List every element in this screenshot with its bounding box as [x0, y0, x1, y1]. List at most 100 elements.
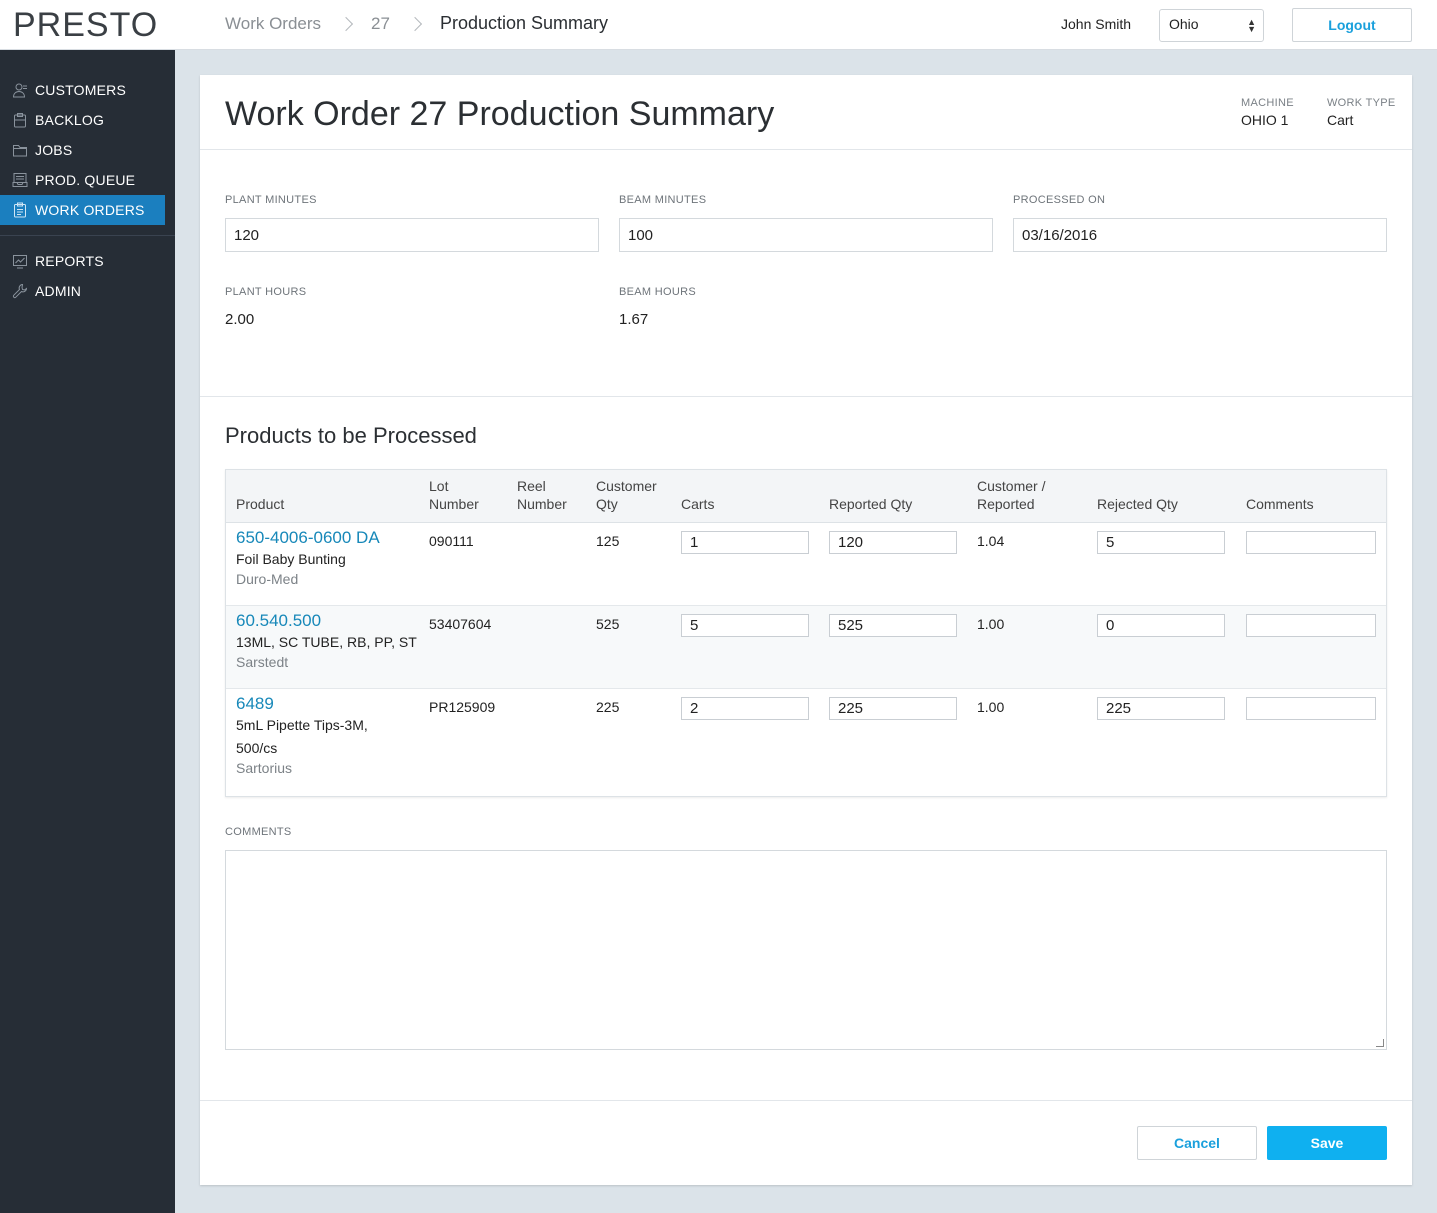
- reported-qty-input[interactable]: 120: [829, 531, 957, 554]
- product-manufacturer: Sarstedt: [236, 654, 289, 670]
- col-label-line: Customer: [596, 478, 657, 494]
- chevron-right-icon: [333, 14, 359, 34]
- plant-hours-label: PLANT HOURS: [225, 286, 307, 298]
- col-label-line: Number: [517, 496, 567, 512]
- sidebar-item-reports[interactable]: REPORTS: [0, 246, 175, 276]
- product-code-link[interactable]: 650-4006-0600 DA: [236, 528, 380, 548]
- processed-on-label: PROCESSED ON: [1013, 194, 1106, 206]
- user-icon: [12, 82, 28, 98]
- product-description: 13ML, SC TUBE, RB, PP, ST: [236, 634, 417, 650]
- sidebar-item-jobs[interactable]: JOBS: [0, 135, 175, 165]
- col-label-line: Reported: [977, 496, 1035, 512]
- col-comments: Comments: [1246, 496, 1314, 512]
- sidebar-item-label: REPORTS: [35, 253, 104, 269]
- sidebar-item-admin[interactable]: ADMIN: [0, 276, 175, 306]
- beam-hours-value: 1.67: [619, 311, 649, 328]
- logout-button[interactable]: Logout: [1292, 8, 1412, 42]
- chart-icon: [12, 253, 28, 269]
- table-row: 6489 5mL Pipette Tips-3M, 500/cs Sartori…: [226, 689, 1386, 796]
- customer-reported-ratio: 1.04: [977, 533, 1005, 549]
- work-type-value: Cart: [1327, 112, 1354, 128]
- col-label-line: Lot: [429, 478, 449, 494]
- plant-minutes-label: PLANT MINUTES: [225, 194, 317, 206]
- col-rejected-qty: Rejected Qty: [1097, 496, 1178, 512]
- rejected-qty-input[interactable]: 225: [1097, 697, 1225, 720]
- region-select-value: Ohio: [1169, 16, 1199, 32]
- product-cell: 60.540.500 13ML, SC TUBE, RB, PP, ST Sar…: [236, 611, 417, 670]
- sidebar-item-label: JOBS: [35, 142, 73, 158]
- top-bar: PRESTO Work Orders 27 Production Summary…: [0, 0, 1437, 50]
- sidebar-item-prod-queue[interactable]: PROD. QUEUE: [0, 165, 175, 195]
- page-title: Work Order 27 Production Summary: [225, 95, 775, 133]
- divider: [200, 1100, 1412, 1101]
- sidebar-item-label: ADMIN: [35, 283, 82, 299]
- comments-label: COMMENTS: [225, 826, 292, 838]
- col-label-line: Reel: [517, 478, 546, 494]
- sidebar-item-label: CUSTOMERS: [35, 82, 126, 98]
- col-label-line: Number: [429, 496, 479, 512]
- lot-number: 53407604: [429, 616, 492, 632]
- production-summary-card: Work Order 27 Production Summary MACHINE…: [200, 75, 1412, 1185]
- sidebar-item-label: WORK ORDERS: [35, 202, 145, 218]
- reported-qty-input[interactable]: 525: [829, 614, 957, 637]
- row-comments-input[interactable]: [1246, 614, 1376, 637]
- lot-number: 090111: [429, 533, 474, 549]
- product-cell: 6489 5mL Pipette Tips-3M, 500/cs Sartori…: [236, 694, 368, 776]
- clipboard-icon: [12, 112, 28, 128]
- breadcrumb: Work Orders 27 Production Summary: [225, 13, 608, 34]
- save-button[interactable]: Save: [1267, 1126, 1387, 1160]
- sidebar-item-work-orders[interactable]: WORK ORDERS: [0, 195, 165, 225]
- document-icon: [12, 202, 28, 218]
- col-customer-reported: Customer / Reported: [977, 477, 1045, 513]
- table-header: Product Lot Number Reel Number Customer …: [226, 470, 1386, 523]
- machine-label: MACHINE: [1241, 97, 1294, 109]
- plant-minutes-input[interactable]: 120: [225, 218, 599, 252]
- sidebar-nav: CUSTOMERS BACKLOG JOBS PROD. QUEUE WORK …: [0, 50, 175, 225]
- product-description: 5mL Pipette Tips-3M,: [236, 717, 368, 733]
- sidebar-item-customers[interactable]: CUSTOMERS: [0, 75, 175, 105]
- divider: [200, 149, 1412, 150]
- carts-input[interactable]: 1: [681, 531, 809, 554]
- product-description-line2: 500/cs: [236, 740, 278, 756]
- region-select[interactable]: Ohio ▲ ▼: [1159, 9, 1264, 42]
- sidebar-divider: [0, 235, 175, 236]
- folder-icon: [12, 142, 28, 158]
- products-section-title: Products to be Processed: [225, 423, 477, 448]
- col-reel-number: Reel Number: [517, 477, 567, 513]
- product-manufacturer: Sartorius: [236, 760, 293, 776]
- row-comments-input[interactable]: [1246, 531, 1376, 554]
- col-reported-qty: Reported Qty: [829, 496, 913, 512]
- app-logo[interactable]: PRESTO: [13, 6, 158, 45]
- plant-hours-value: 2.00: [225, 311, 255, 328]
- carts-input[interactable]: 5: [681, 614, 809, 637]
- reported-qty-input[interactable]: 225: [829, 697, 957, 720]
- table-row: 60.540.500 13ML, SC TUBE, RB, PP, ST Sar…: [226, 606, 1386, 689]
- product-description: Foil Baby Bunting: [236, 551, 346, 567]
- breadcrumb-current: Production Summary: [439, 13, 609, 33]
- product-code-link[interactable]: 6489: [236, 694, 368, 714]
- comments-textarea[interactable]: [225, 850, 1387, 1050]
- lot-number: PR125909: [429, 699, 496, 715]
- row-comments-input[interactable]: [1246, 697, 1376, 720]
- cancel-button[interactable]: Cancel: [1137, 1126, 1257, 1160]
- machine-value: OHIO 1: [1241, 112, 1289, 128]
- product-code-link[interactable]: 60.540.500: [236, 611, 417, 631]
- work-type-info: WORK TYPE Cart: [1327, 97, 1396, 128]
- rejected-qty-input[interactable]: 5: [1097, 531, 1225, 554]
- table-row: 650-4006-0600 DA Foil Baby Bunting Duro-…: [226, 523, 1386, 606]
- beam-minutes-input[interactable]: 100: [619, 218, 993, 252]
- divider: [200, 396, 1412, 397]
- sidebar-item-backlog[interactable]: BACKLOG: [0, 105, 175, 135]
- breadcrumb-work-order-27[interactable]: 27: [371, 14, 390, 34]
- processed-on-input[interactable]: 03/16/2016: [1013, 218, 1387, 252]
- beam-minutes-label: BEAM MINUTES: [619, 194, 707, 206]
- col-customer-qty: Customer Qty: [596, 477, 657, 513]
- breadcrumb-work-orders[interactable]: Work Orders: [225, 14, 321, 34]
- col-label-line: Qty: [596, 496, 618, 512]
- carts-input[interactable]: 2: [681, 697, 809, 720]
- machine-info: MACHINE OHIO 1: [1241, 97, 1294, 128]
- resize-handle-icon[interactable]: [1376, 1039, 1384, 1047]
- beam-hours-label: BEAM HOURS: [619, 286, 696, 298]
- col-label-line: Customer /: [977, 478, 1046, 494]
- rejected-qty-input[interactable]: 0: [1097, 614, 1225, 637]
